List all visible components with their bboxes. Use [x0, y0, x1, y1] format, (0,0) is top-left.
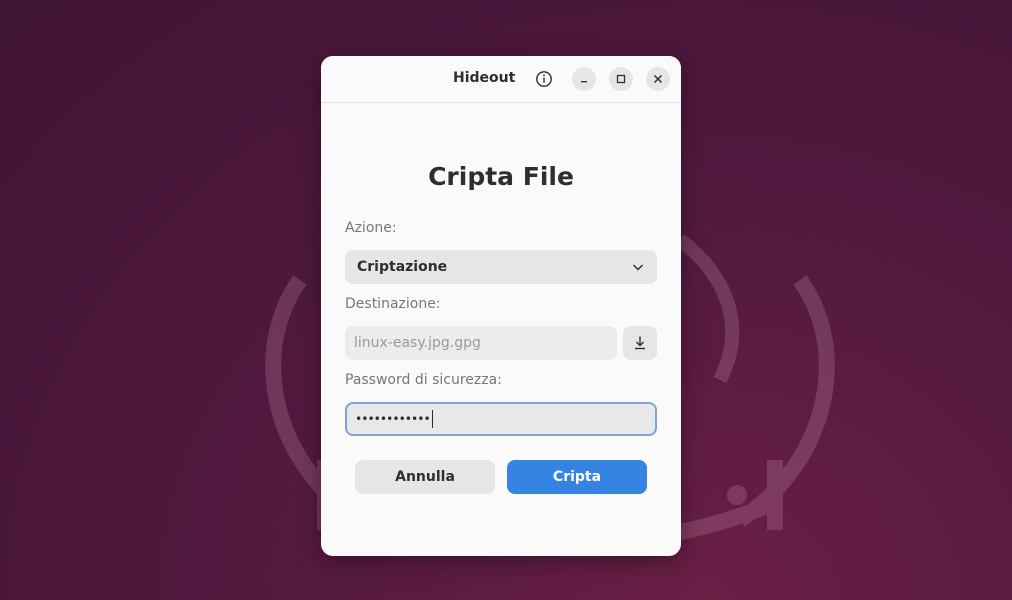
- action-label: Azione:: [345, 220, 397, 236]
- action-dropdown-value: Criptazione: [357, 259, 448, 275]
- info-icon: [536, 71, 552, 87]
- text-caret: [431, 410, 433, 428]
- chevron-down-icon: [632, 264, 644, 271]
- destination-placeholder: linux-easy.jpg.gpg: [354, 335, 481, 351]
- password-field[interactable]: ••••••••••••: [345, 402, 657, 436]
- maximize-icon: [616, 74, 626, 84]
- choose-destination-button[interactable]: [623, 326, 657, 360]
- hideout-window: Hideout Cripta File Azione: Criptazione …: [321, 56, 681, 556]
- close-icon: [653, 74, 663, 84]
- close-button[interactable]: [646, 67, 670, 91]
- encrypt-button[interactable]: Cripta: [507, 460, 647, 494]
- minimize-button[interactable]: [572, 67, 596, 91]
- action-dropdown[interactable]: Criptazione: [345, 250, 657, 284]
- header-bar: Hideout: [321, 56, 681, 103]
- window-title: Hideout: [453, 70, 516, 86]
- destination-label: Destinazione:: [345, 296, 441, 312]
- password-label: Password di sicurezza:: [345, 372, 502, 388]
- password-value: ••••••••••••: [355, 412, 431, 426]
- cancel-button[interactable]: Annulla: [355, 460, 495, 494]
- info-button[interactable]: [532, 67, 556, 91]
- save-download-icon: [635, 336, 645, 350]
- maximize-button[interactable]: [609, 67, 633, 91]
- minimize-icon: [581, 81, 587, 83]
- page-title: Cripta File: [428, 162, 574, 191]
- destination-field[interactable]: linux-easy.jpg.gpg: [345, 326, 617, 360]
